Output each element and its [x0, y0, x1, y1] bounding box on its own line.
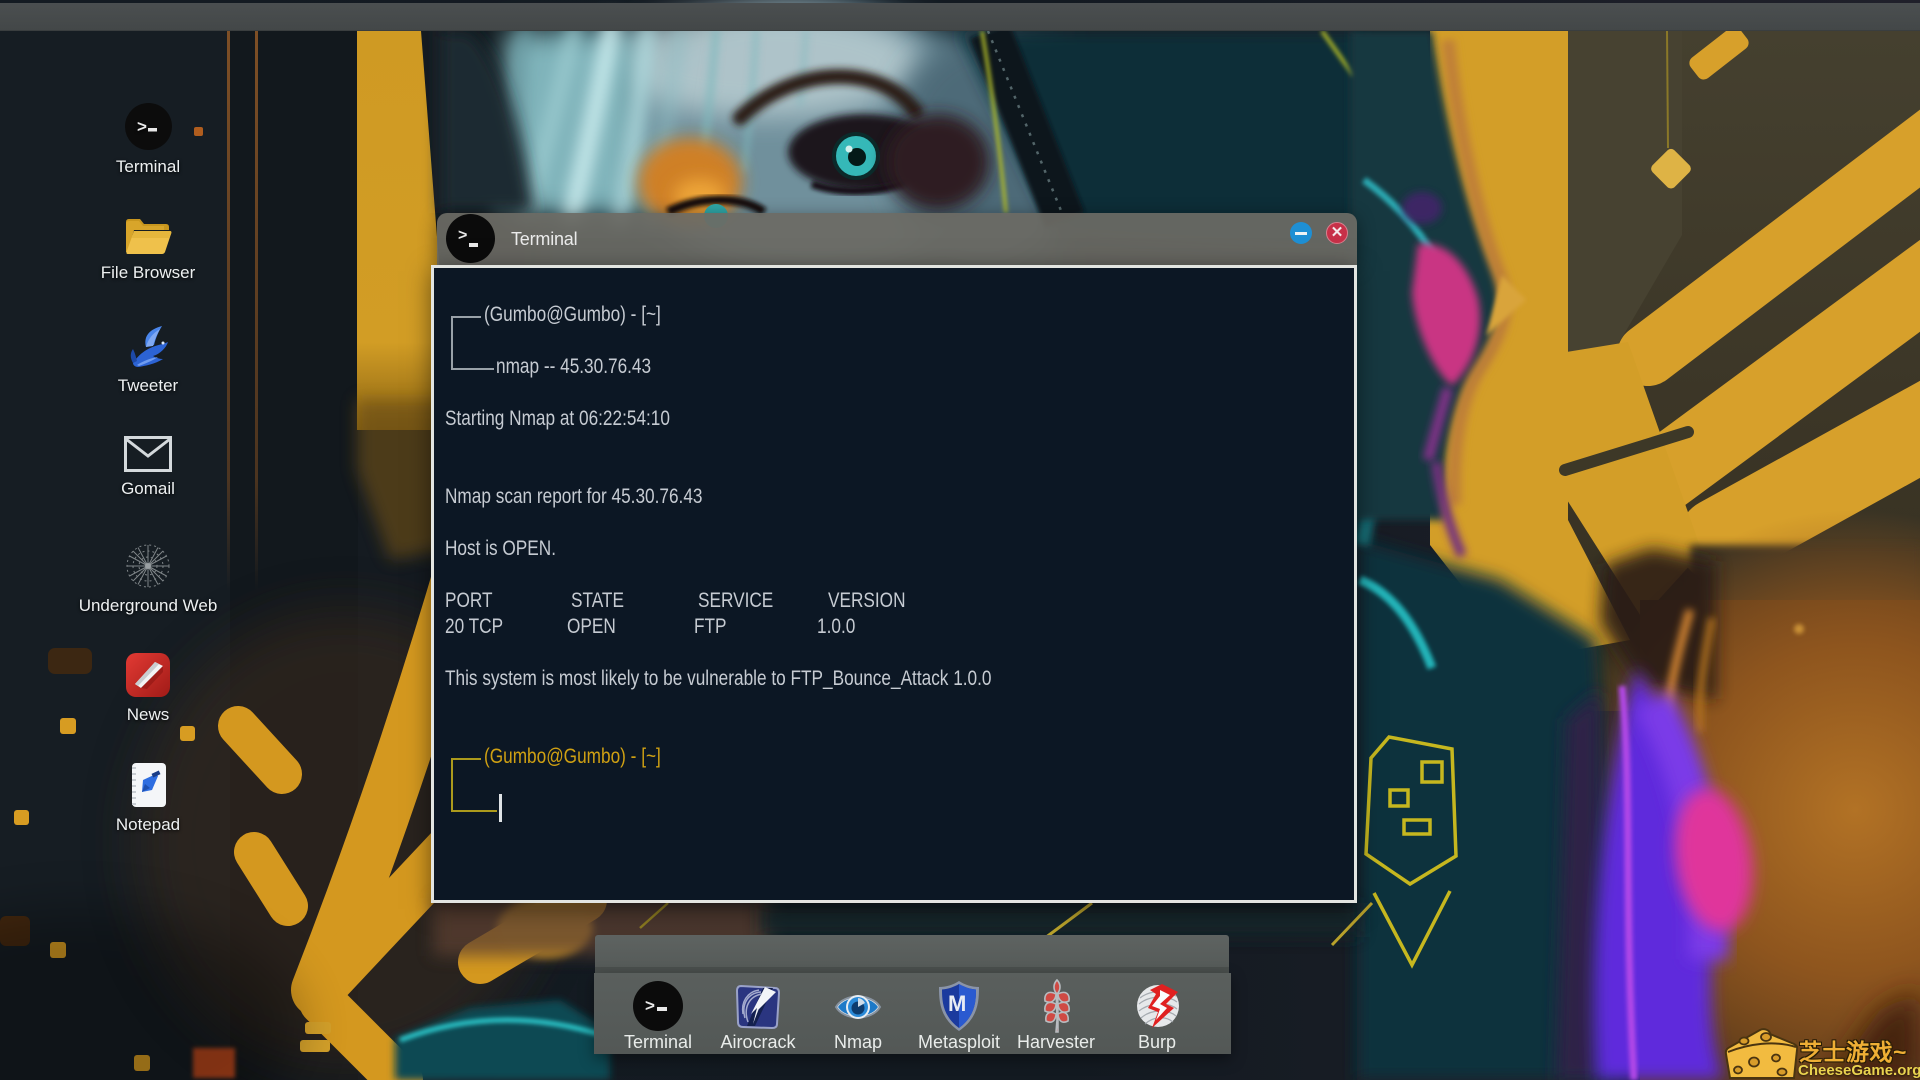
svg-text:M: M [948, 991, 966, 1016]
svg-text:>: > [645, 996, 655, 1015]
svg-text:>: > [137, 117, 147, 136]
